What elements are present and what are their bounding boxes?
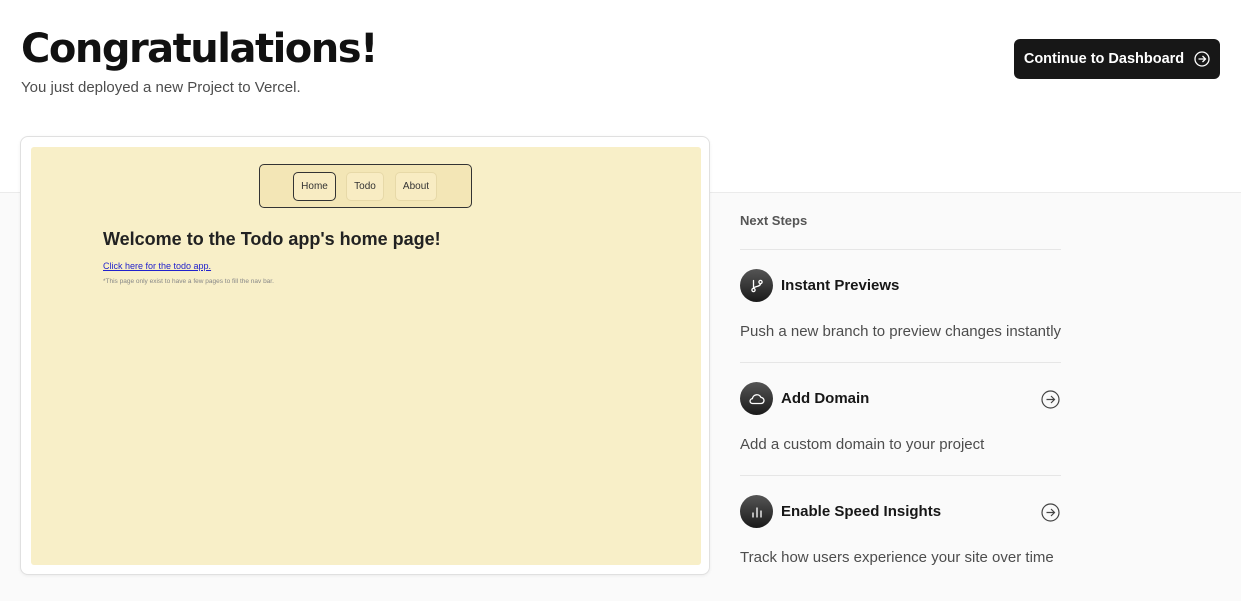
deployment-preview-card[interactable]: Home Todo About Welcome to the Todo app'… [20,136,710,575]
step-instant-previews-desc: Push a new branch to preview changes ins… [740,323,1062,340]
cta-label: Continue to Dashboard [1023,51,1185,67]
step-speed-insights-desc: Track how users experience your site ove… [740,549,1054,566]
deployment-screenshot[interactable]: Home Todo About Welcome to the Todo app'… [31,147,701,565]
preview-note: *This page only exist to have a few page… [103,278,274,285]
bar-chart-icon [740,495,773,528]
preview-heading: Welcome to the Todo app's home page! [103,229,441,249]
git-branch-icon [740,269,773,302]
cloud-icon [740,382,773,415]
preview-nav-home: Home [293,172,336,201]
divider [740,249,1061,250]
step-add-domain-title[interactable]: Add Domain [781,390,869,407]
page-subtitle: You just deployed a new Project to Verce… [21,79,301,96]
continue-to-dashboard-button[interactable]: Continue to Dashboard [1014,39,1220,79]
preview-nav-todo: Todo [346,172,384,201]
divider [740,475,1061,476]
preview-link: Click here for the todo app. [103,261,212,271]
step-speed-insights-title[interactable]: Enable Speed Insights [781,503,941,520]
add-domain-arrow-icon[interactable] [1041,390,1060,409]
preview-nav-about: About [395,172,437,201]
preview-nav-bar: Home Todo About [259,164,472,208]
divider [740,362,1061,363]
page-title: Congratulations! [21,26,378,72]
speed-insights-arrow-icon[interactable] [1041,503,1060,522]
next-steps-heading: Next Steps [740,213,808,228]
arrow-circle-right-icon [1194,51,1210,67]
step-add-domain-desc: Add a custom domain to your project [740,436,985,453]
step-instant-previews-title[interactable]: Instant Previews [781,277,899,294]
